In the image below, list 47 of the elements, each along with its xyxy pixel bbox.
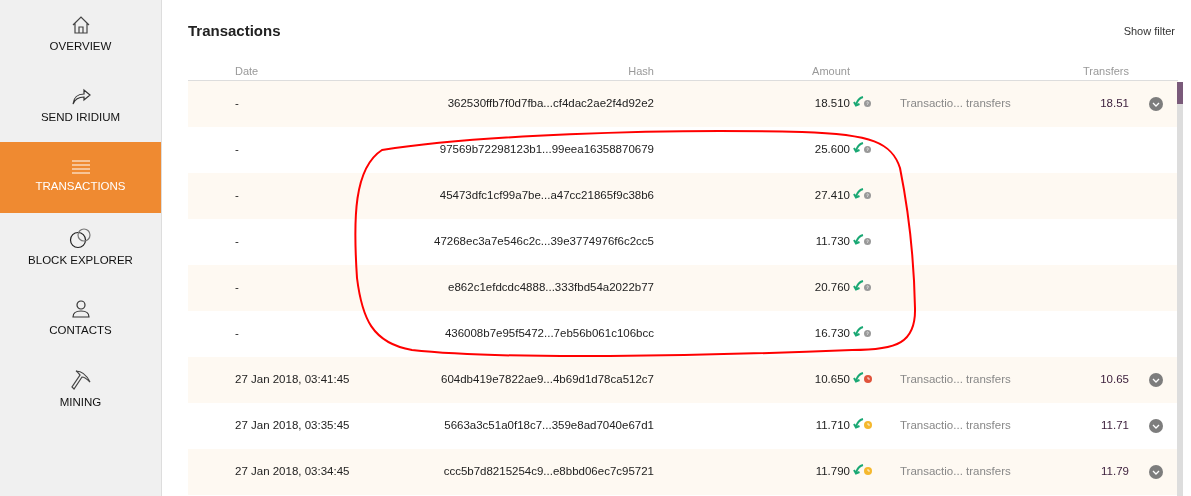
amount-text: 11.790 [815, 464, 850, 480]
description-text: Transactio... transfers [900, 419, 1011, 432]
transfers-text: 18.51 [1100, 97, 1129, 110]
hash-text: 604db419e7822ae9...4b69d1d78ca512c7 [441, 373, 654, 386]
hash-text: 47268ec3a7e546c2c...39e3774976f6c2cc5 [434, 235, 654, 248]
transaction-row[interactable]: - 45473dfc1cf99a7be...a47cc21865f9c38b6 27.410 [188, 173, 1178, 219]
description-text: Transactio... transfers [900, 465, 1011, 478]
amount-text: 18.510 [814, 96, 850, 112]
date-text: - [235, 281, 239, 294]
hash-text: 97569b72298123b1...99eea16358870679 [439, 143, 654, 156]
amount-text: 25.600 [814, 142, 850, 158]
nav-item[interactable]: OVERVIEW [0, 0, 161, 71]
date-text: 27 Jan 2018, 03:41:45 [235, 373, 350, 386]
transaction-row[interactable]: 27 Jan 2018, 03:34:45 ccc5b7d8215254c9...e8bbd06ec7c95721 11.790 Transactio... transfers 11.79 [188, 449, 1178, 495]
hash-text: ccc5b7d8215254c9...e8bbd06ec7c95721 [443, 465, 654, 478]
amount-text: 11.710 [815, 418, 850, 434]
hash-text: e862c1efdcdc4888...333fbd54a2022b77 [448, 281, 654, 294]
date-text: 27 Jan 2018, 03:34:45 [235, 465, 350, 478]
transaction-row[interactable]: 27 Jan 2018, 03:41:45 604db419e7822ae9...4b69d1d78ca512c7 10.650 Transactio... transfers 10.65 [188, 357, 1178, 403]
nav-item[interactable]: SEND IRIDIUM [0, 71, 161, 142]
description-text: Transactio... transfers [900, 373, 1011, 386]
date-text: - [235, 97, 239, 110]
date-text: - [235, 327, 239, 340]
date-text: - [235, 143, 239, 156]
date-text: 27 Jan 2018, 03:35:45 [235, 419, 350, 432]
description-text: Transactio... transfers [900, 97, 1011, 110]
amount-text: 27.410 [814, 188, 850, 204]
hash-text: 362530ffb7f0d7fba...cf4dac2ae2f4d92e2 [447, 97, 654, 110]
hash-text: 436008b7e95f5472...7eb56b061c106bcc [444, 327, 654, 340]
show-filter-link[interactable]: Show filter [1123, 22, 1175, 40]
transaction-row[interactable]: - e862c1efdcdc4888...333fbd54a2022b77 20.760 [188, 265, 1178, 311]
hash-text: 5663a3c51a0f18c7...359e8ad7040e67d1 [444, 419, 654, 432]
amount-text: 10.650 [814, 372, 850, 388]
amount-text: 16.730 [814, 326, 850, 342]
transfers-text: 11.71 [1101, 419, 1129, 432]
nav-item[interactable]: CONTACTS [0, 284, 161, 355]
nav-item[interactable]: MINING [0, 355, 161, 426]
hash-text: 45473dfc1cf99a7be...a47cc21865f9c38b6 [439, 189, 654, 202]
page-title: Transactions [188, 20, 281, 41]
amount-text: 11.730 [815, 234, 850, 250]
nav-item[interactable]: BLOCK EXPLORER [0, 213, 161, 284]
date-text: - [235, 235, 239, 248]
date-text: - [235, 189, 239, 202]
transaction-row[interactable]: - 362530ffb7f0d7fba...cf4dac2ae2f4d92e2 18.510 Transactio... transfers 18.51 [188, 81, 1178, 127]
amount-text: 20.760 [814, 280, 850, 296]
transfers-text: 11.79 [1101, 465, 1129, 478]
transfers-text: 10.65 [1100, 373, 1129, 386]
